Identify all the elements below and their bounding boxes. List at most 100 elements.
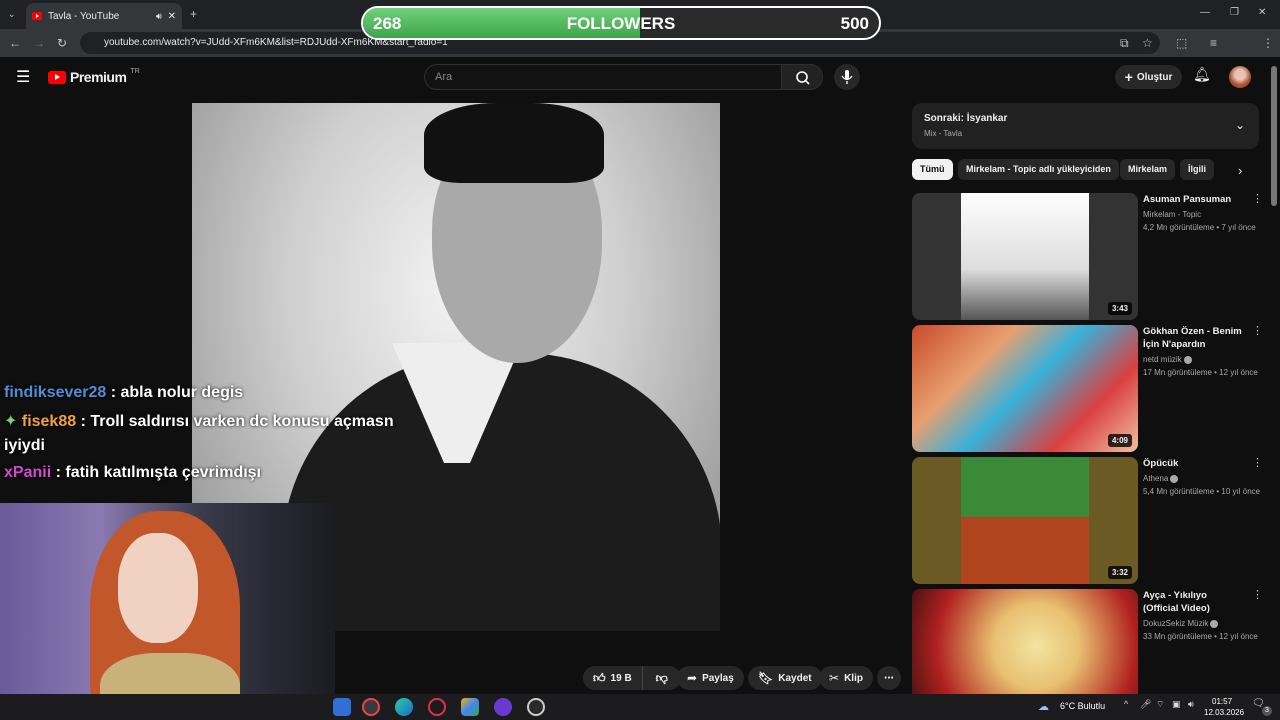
youtube-logo-icon xyxy=(48,70,66,84)
badge-icon: ✦ xyxy=(4,413,18,430)
channel-name-text: netd müzik xyxy=(1143,355,1182,364)
more-vertical-icon[interactable]: ⋮ xyxy=(1252,326,1263,337)
chat-username: fisek88 xyxy=(21,413,77,430)
video-title: Öpücük xyxy=(1143,458,1179,469)
video-thumbnail[interactable]: 4:09 xyxy=(912,325,1138,452)
chevron-right-icon[interactable]: › xyxy=(1238,163,1242,178)
tab-search-icon[interactable]: ⌄ xyxy=(8,7,16,21)
share-button[interactable]: ➦ Paylaş xyxy=(677,666,744,690)
network-icon[interactable]: ▣ xyxy=(1172,699,1181,710)
video-thumbnail[interactable]: 3:32 xyxy=(912,457,1138,584)
browser-tab[interactable]: Tavla - YouTube 🔊︎ ✕ xyxy=(26,3,182,29)
followers-goal-bar: 268 FOLLOWERS 500 xyxy=(361,6,881,40)
edge-icon[interactable] xyxy=(395,698,413,716)
up-next-title: Sonraki: İsyankar xyxy=(924,113,1008,124)
obs-icon[interactable] xyxy=(494,698,512,716)
video-frame-figure xyxy=(282,353,720,631)
chrome-menu-icon[interactable]: ⋮ xyxy=(1262,36,1274,50)
clip-button[interactable]: ✂ Klip xyxy=(819,666,873,690)
video-meta: 33 Mn görüntüleme • 12 yıl önce xyxy=(1143,632,1258,641)
video-title: Ayça - Yıkılıyo (Official Video) xyxy=(1143,590,1210,614)
duration-badge: 3:43 xyxy=(1107,302,1132,315)
notification-badge: 3 xyxy=(1262,706,1272,716)
maximize-icon[interactable]: ❐ xyxy=(1230,6,1239,20)
clock-date[interactable]: 12.03.2026 xyxy=(1204,708,1244,717)
extensions-icon[interactable]: ⬚ xyxy=(1176,36,1187,50)
page-scrollbar[interactable] xyxy=(1271,66,1277,206)
save-button[interactable]: 🔖︎ Kaydet xyxy=(748,666,822,690)
list-item[interactable]: 3:43 Asuman Pansuman Mirkelam - Topic 4,… xyxy=(912,193,1263,320)
window-close-icon[interactable]: ✕ xyxy=(1258,6,1266,20)
chip-all[interactable]: Tümü xyxy=(912,159,953,180)
video-thumbnail[interactable] xyxy=(912,589,1138,694)
video-meta: 5,4 Mn görüntüleme • 10 yıl önce xyxy=(1143,487,1261,496)
file-explorer-icon[interactable] xyxy=(333,698,351,716)
chip-uploader[interactable]: Mirkelam - Topic adlı yükleyiciden xyxy=(958,159,1119,180)
app-icon[interactable] xyxy=(461,698,479,716)
more-actions-button[interactable]: ⋯ xyxy=(877,666,901,690)
share-label: Paylaş xyxy=(702,672,734,684)
minimize-icon[interactable]: — xyxy=(1200,6,1210,20)
install-app-icon[interactable]: ⧉ xyxy=(1120,36,1129,50)
chevron-down-icon[interactable]: ⌄ xyxy=(1235,118,1245,132)
video-meta: 17 Mn görüntüleme • 12 yıl önce xyxy=(1143,368,1258,377)
chat-text: : Troll saldırısı varken dc konusu açmas… xyxy=(80,413,394,430)
dislike-button[interactable]: 👎︎ xyxy=(648,671,676,686)
logo-text: Premium xyxy=(70,69,127,85)
account-avatar[interactable] xyxy=(1229,66,1251,88)
up-next-subtitle: Mix - Tavla xyxy=(924,129,963,138)
chat-text: : fatih katılmışta çevrimdışı xyxy=(55,464,261,481)
reload-icon[interactable]: ↻ xyxy=(57,36,67,50)
list-item[interactable]: Ayça - Yıkılıyo (Official Video) DokuzSe… xyxy=(912,589,1260,694)
youtube-header: ☰ Premium TR Ara + Oluştur 🔔︎ xyxy=(0,57,1270,97)
bookmark-icon: 🔖︎ xyxy=(758,671,774,685)
plus-icon: + xyxy=(1124,69,1133,85)
chip-related[interactable]: İlgili xyxy=(1180,159,1214,180)
search-button[interactable] xyxy=(781,64,823,90)
create-label: Oluştur xyxy=(1136,71,1173,83)
thumbs-down-icon: 👎︎ xyxy=(655,670,668,685)
volume-icon[interactable]: 🔊︎ xyxy=(1188,699,1194,710)
list-item[interactable]: 4:09 Gökhan Özen - Benim İçin N'apardın … xyxy=(912,325,1263,452)
notifications-bell-icon[interactable]: 🔔︎ xyxy=(1193,66,1211,83)
channel-name: Mirkelam - Topic xyxy=(1143,210,1202,219)
back-icon[interactable]: ← xyxy=(9,36,21,50)
reading-list-icon[interactable]: ≡ xyxy=(1210,36,1217,50)
video-thumbnail[interactable]: 3:43 xyxy=(912,193,1138,320)
chat-message-continuation: iyiydi xyxy=(4,437,45,454)
forward-icon[interactable]: → xyxy=(33,36,45,50)
youtube-favicon-icon xyxy=(32,12,42,20)
like-dislike-group: 👍︎ 19 B 👎︎ xyxy=(583,666,681,690)
voice-search-button[interactable] xyxy=(834,64,860,90)
chat-message: xPanii : fatih katılmışta çevrimdışı xyxy=(4,464,261,482)
microphone-tray-icon[interactable]: 🎤︎ xyxy=(1140,699,1151,710)
clock-time[interactable]: 01:57 xyxy=(1212,697,1232,706)
like-button[interactable]: 👍︎ 19 B xyxy=(583,666,643,690)
youtube-premium-logo[interactable]: Premium TR xyxy=(48,68,140,85)
more-vertical-icon[interactable]: ⋮ xyxy=(1252,458,1263,469)
bookmark-star-icon[interactable]: ☆ xyxy=(1142,36,1153,50)
like-count: 19 B xyxy=(610,672,632,684)
wifi-icon[interactable]: ⌔ xyxy=(1156,699,1164,710)
audio-icon[interactable]: 🔊︎ xyxy=(156,11,162,22)
thumbnail-image xyxy=(961,193,1089,320)
opera-icon[interactable] xyxy=(428,698,446,716)
new-tab-icon[interactable]: + xyxy=(190,7,197,21)
create-button[interactable]: + Oluştur xyxy=(1115,65,1182,89)
hamburger-menu-icon[interactable]: ☰ xyxy=(16,67,30,87)
more-vertical-icon[interactable]: ⋮ xyxy=(1252,194,1263,205)
verified-icon xyxy=(1183,355,1192,364)
up-next-panel[interactable]: Sonraki: İsyankar Mix - Tavla ⌄ xyxy=(912,103,1259,149)
search-input[interactable]: Ara xyxy=(424,64,782,90)
more-vertical-icon[interactable]: ⋮ xyxy=(1252,590,1260,601)
tab-close-icon[interactable]: ✕ xyxy=(168,11,176,22)
chevron-up-icon[interactable]: ^ xyxy=(1124,699,1128,709)
save-label: Kaydet xyxy=(778,672,812,684)
scissors-icon: ✂ xyxy=(829,671,840,685)
recording-app-icon[interactable] xyxy=(527,698,545,716)
duration-badge: 3:32 xyxy=(1107,566,1132,579)
list-item[interactable]: 3:32 Öpücük Athena 5,4 Mn görüntüleme • … xyxy=(912,457,1263,584)
chrome-icon[interactable] xyxy=(362,698,380,716)
chip-artist[interactable]: Mirkelam xyxy=(1120,159,1176,180)
weather-text[interactable]: 6°C Bulutlu xyxy=(1060,701,1105,711)
